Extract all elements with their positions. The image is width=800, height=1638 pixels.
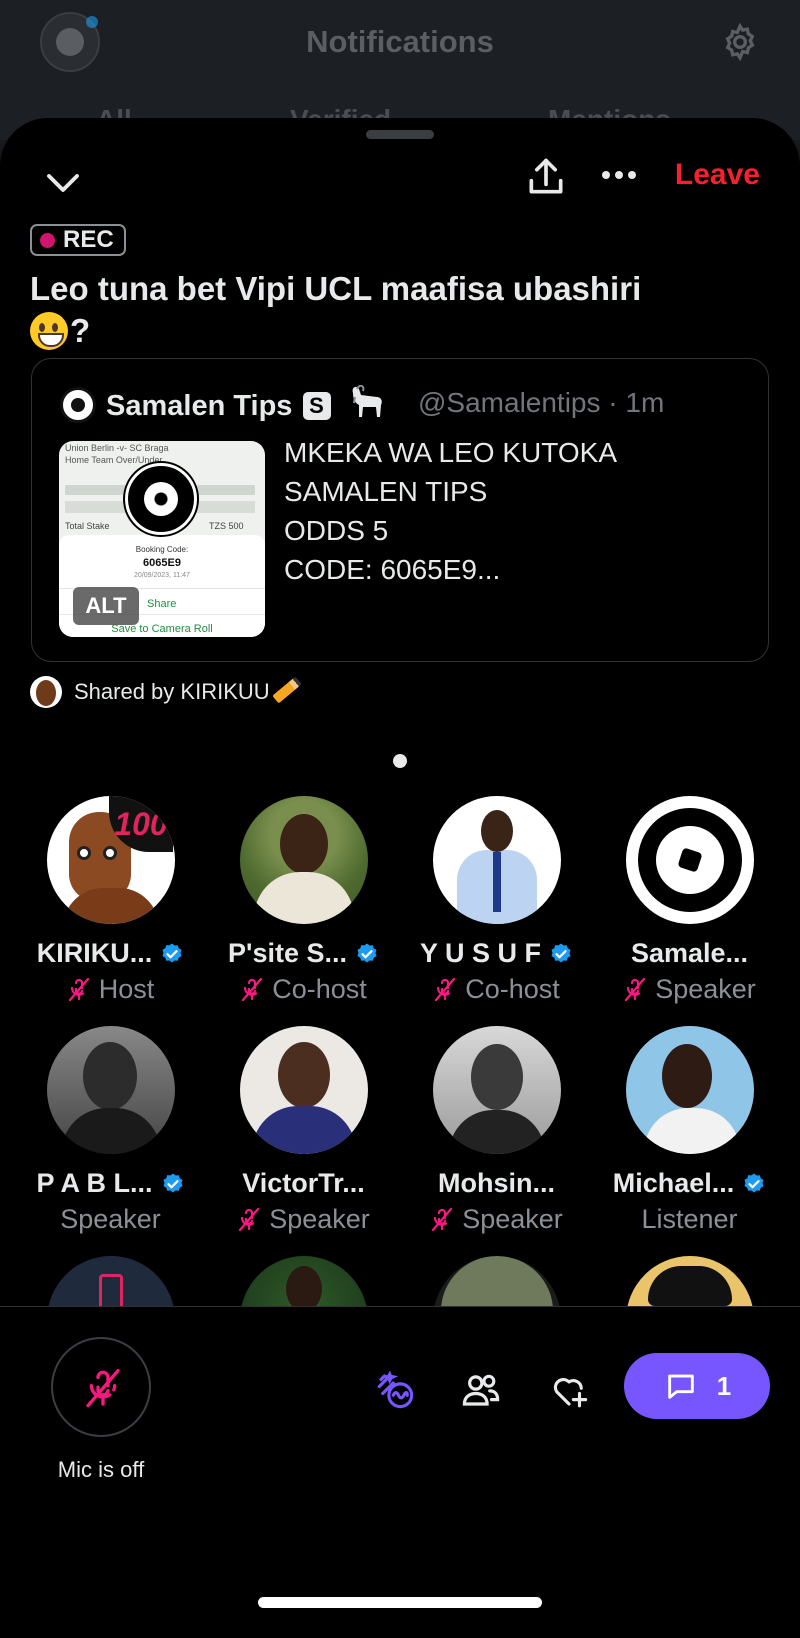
tweet-handle: @Samalentips · 1m [418,387,665,418]
share-icon[interactable] [524,154,568,200]
rec-label: REC [63,226,114,253]
participant-name: KIRIKU... [14,938,207,969]
participants-grid: 100 KIRIKU... Host P'site S... Co-host Y U S … [0,796,800,1306]
tweet-text: MKEKA WA LEO KUTOKA SAMALEN TIPS ODDS 5 … [284,437,617,585]
recording-badge: REC [30,224,126,256]
participant-name: Y U S U F [400,938,593,969]
participant-role: Listener [641,1204,738,1234]
mic-off-icon [239,1207,260,1231]
mic-status-label: Mic is off [57,1457,145,1482]
pencil-emoji-icon [271,676,302,704]
participant-avatar[interactable] [47,1026,175,1154]
participant-name: Samale... [630,938,749,968]
participant-avatar[interactable] [433,796,561,924]
samalen-logo [125,463,197,535]
participant-avatar[interactable] [240,1026,368,1154]
sharer-avatar [30,676,62,708]
heart-plus-icon[interactable] [548,1369,590,1411]
participant-avatar[interactable] [626,796,754,924]
shared-by-row[interactable]: Shared by KIRIKUU [30,676,302,708]
sheet-grabber[interactable] [366,130,434,139]
comment-bubble-icon [668,1374,694,1399]
more-options-icon[interactable] [602,166,642,186]
page-indicator-dot [393,754,407,768]
participant-avatar[interactable] [626,1256,754,1306]
participant-name: Michael... [593,1168,786,1199]
space-title: Leo tuna bet Vipi UCL maafisa ubashiri ? [30,270,642,350]
mic-off-icon [625,977,646,1001]
participant-name: P'site S... [207,938,400,969]
verified-badge-icon [162,943,182,962]
tweet-author-avatar[interactable] [60,387,96,423]
home-indicator[interactable] [258,1597,542,1608]
verified-badge-icon [551,943,571,962]
participant-role: Speaker [593,974,786,1005]
participant-role: Speaker [400,1204,593,1235]
grinning-face-emoji-icon [30,312,68,350]
mic-toggle-button[interactable] [51,1337,151,1437]
participant-role: Host [14,974,207,1005]
participant-role: Co-host [400,974,593,1005]
verified-badge-icon [357,943,377,962]
people-icon[interactable] [460,1369,502,1411]
participant-name: VictorTr... [242,1168,365,1198]
mic-off-icon [86,1368,120,1408]
participant-name: Mohsin... [438,1168,555,1198]
mic-off-icon [435,977,456,1001]
mic-off-icon [432,1207,453,1231]
mic-off-icon [68,977,89,1001]
affiliate-badge-icon: S [302,392,331,420]
tweet-author-name[interactable]: Samalen Tips S [106,385,387,423]
chevron-down-icon[interactable] [42,162,84,204]
participant-avatar[interactable]: PPORT PHONE STORE [47,1256,175,1306]
mic-off-icon [242,977,263,1001]
participant-role: Co-host [207,974,400,1005]
gear-icon[interactable] [720,22,760,62]
tweet-media-thumbnail[interactable]: Union Berlin -v- SC Braga Home Team Over… [59,441,265,637]
sparkle-wave-icon[interactable] [374,1369,416,1411]
participant-avatar[interactable] [240,796,368,924]
recording-dot-icon [40,232,55,248]
bottom-controls: Mic is off 1 [0,1306,800,1638]
verified-badge-icon [744,1173,764,1192]
comment-count: 1 [716,1370,732,1401]
participant-avatar[interactable] [626,1026,754,1154]
participant-avatar[interactable] [433,1256,561,1306]
notifications-title: Notifications [306,24,494,59]
alt-text-badge[interactable]: ALT [73,587,139,625]
participant-avatar[interactable]: 100 [47,796,175,924]
participant-role: Speaker [207,1204,400,1235]
space-sheet: Leave REC Leo tuna bet Vipi UCL maafisa … [0,118,800,1638]
goat-emoji-icon [352,385,382,417]
shared-by-label: Shared by KIRIKUU [74,676,302,705]
leave-button[interactable]: Leave [675,158,760,192]
participant-name: P A B L... [14,1168,207,1199]
pinned-tweet-card[interactable]: Samalen Tips S @Samalentips · 1m Union B… [31,358,769,662]
verified-badge-icon [163,1173,182,1192]
participant-avatar[interactable] [240,1256,368,1306]
participant-avatar[interactable] [433,1026,561,1154]
comments-button[interactable]: 1 [624,1353,770,1419]
participant-role: Speaker [60,1204,161,1234]
